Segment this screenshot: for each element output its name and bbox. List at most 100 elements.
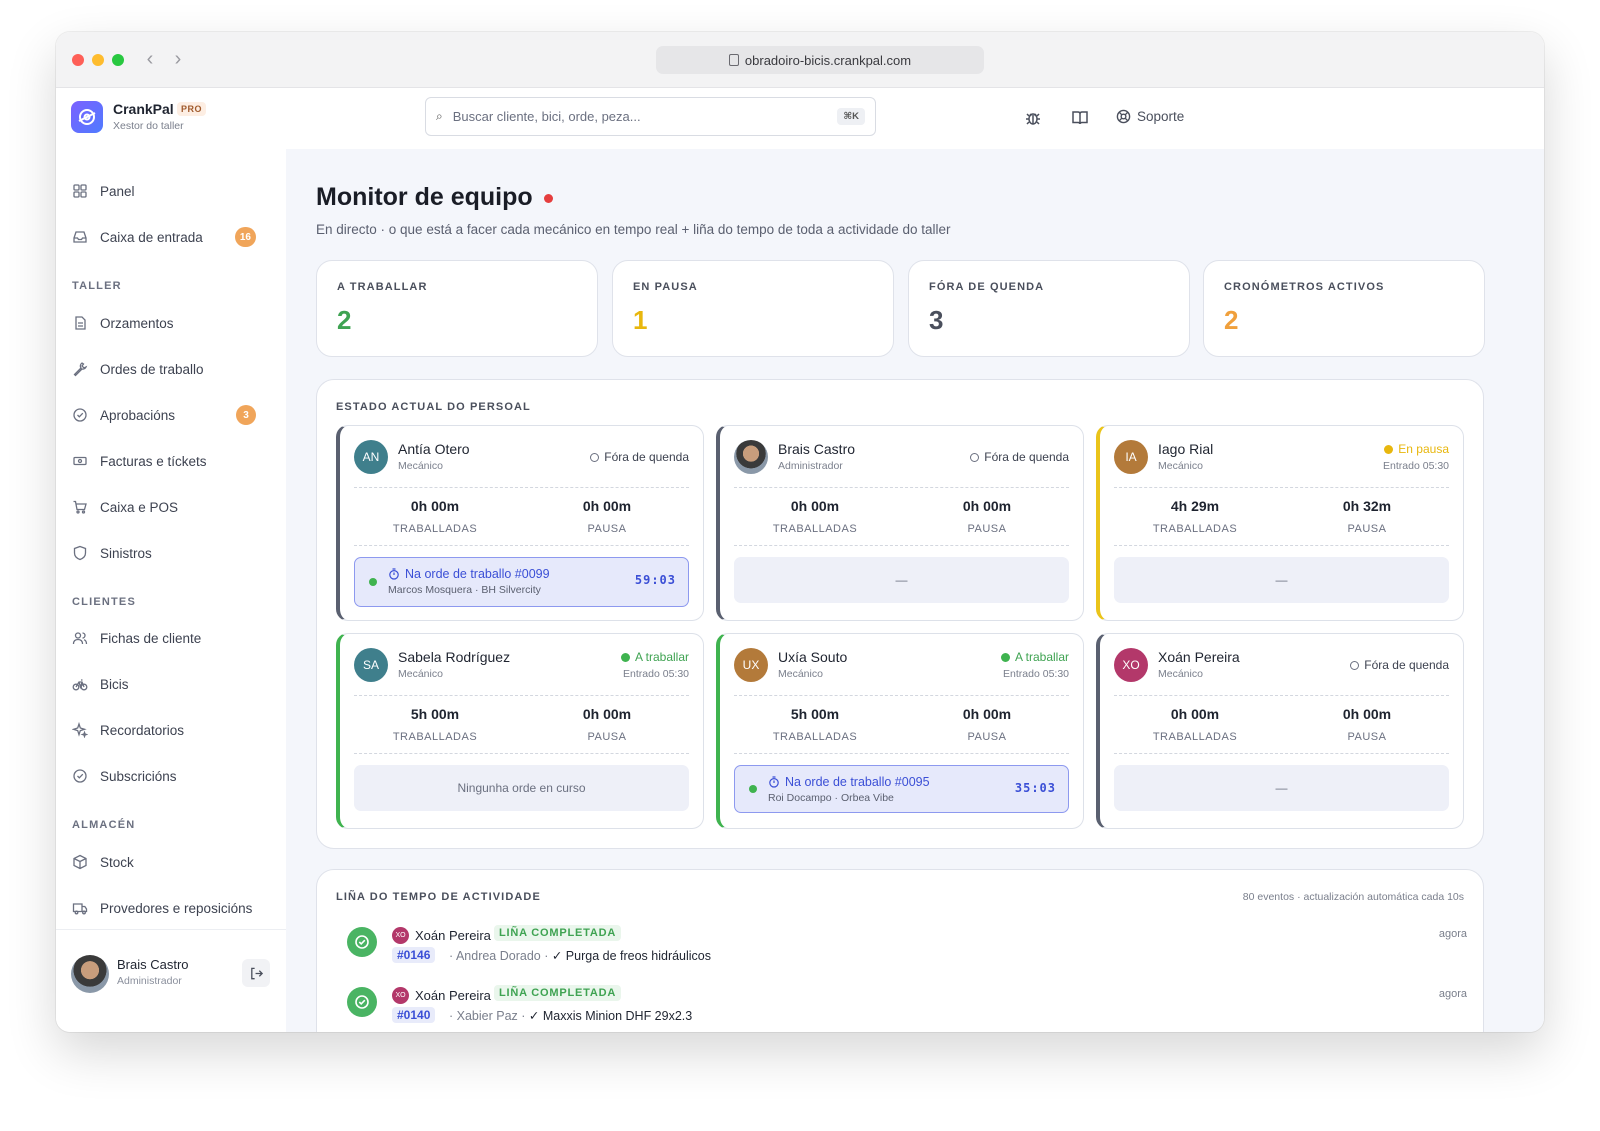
active-job[interactable]: Na orde de traballo #0095 Roi Docampo · … <box>734 765 1069 813</box>
status-ring-icon <box>590 452 600 462</box>
staff-card[interactable]: AN Antía Otero Mecánico Fóra de quenda 0… <box>336 425 704 621</box>
inbox-icon <box>73 231 87 243</box>
status-badge: Fóra de quenda <box>970 450 1069 464</box>
timeline-event[interactable]: XO Xoán Pereira LIÑA COMPLETADA #0140 · … <box>347 985 1467 1032</box>
order-link[interactable]: #0140 <box>392 1007 436 1023</box>
cart-icon <box>73 500 87 514</box>
stat-label: A TRABALLAR <box>337 281 428 293</box>
stat-card-off-shift: FÓRA DE QUENDA 3 <box>908 260 1190 357</box>
job-timer: 35:03 <box>1014 781 1056 795</box>
close-window-button[interactable] <box>72 54 84 66</box>
document-icon <box>75 316 86 330</box>
entry-time: Entrado 05:30 <box>1383 460 1449 472</box>
event-detail: ✓ Purga de freos hidráulicos <box>551 949 712 963</box>
sidebar-item-sinistros[interactable]: Sinistros <box>72 541 262 565</box>
book-icon[interactable] <box>1070 108 1090 128</box>
sidebar-item-ordes[interactable]: Ordes de traballo <box>72 357 262 381</box>
staff-card[interactable]: IA Iago Rial Mecánico En pausa Entrado 0… <box>1096 425 1464 621</box>
search-shortcut: ⌘K <box>837 108 865 125</box>
sidebar-item-orzamentos[interactable]: Orzamentos <box>72 311 262 335</box>
sidebar-item-label: Aprobacións <box>100 407 176 423</box>
pause-metric: 0h 00m PAUSA <box>1302 706 1432 743</box>
sidebar-item-label: Stock <box>100 854 134 870</box>
sidebar-item-subscricions[interactable]: Subscricións <box>72 764 262 788</box>
logout-icon <box>250 967 263 979</box>
status-dot-icon <box>1384 444 1394 454</box>
worked-caption: TRABALLADAS <box>1152 523 1238 535</box>
event-time: agora <box>1438 928 1467 940</box>
pause-metric: 0h 00m PAUSA <box>542 706 672 743</box>
sidebar-user-panel: Brais Castro Administrador <box>56 929 286 1032</box>
stat-label: EN PAUSA <box>633 281 698 293</box>
sidebar-item-label: Ordes de traballo <box>100 361 204 377</box>
staff-card[interactable]: UX Uxía Souto Mecánico A traballar Entra… <box>716 633 1084 829</box>
logout-button[interactable] <box>242 959 270 987</box>
staff-card[interactable]: Brais Castro Administrador Fóra de quend… <box>716 425 1084 621</box>
pause-value: 0h 00m <box>962 706 1012 722</box>
maximize-window-button[interactable] <box>112 54 124 66</box>
staff-card[interactable]: SA Sabela Rodríguez Mecánico A traballar… <box>336 633 704 829</box>
timeline-meta: 80 eventos · actualización automática ca… <box>1242 891 1464 903</box>
worked-value: 0h 00m <box>790 498 840 514</box>
address-bar[interactable]: obradoiro-bicis.crankpal.com <box>656 46 984 74</box>
sidebar-item-stock[interactable]: Stock <box>72 850 262 874</box>
event-time: agora <box>1438 988 1467 1000</box>
brand-name: CrankPal <box>113 101 174 117</box>
divider <box>354 695 689 696</box>
stat-value: 2 <box>1224 305 1239 335</box>
sidebar-item-inbox[interactable]: Caixa de entrada 16 <box>72 225 262 249</box>
staff-name: Sabela Rodríguez <box>398 649 511 665</box>
staff-card[interactable]: XO Xoán Pereira Mecánico Fóra de quenda … <box>1096 633 1464 829</box>
entry-time: Entrado 05:30 <box>623 668 689 680</box>
check-circle-icon <box>73 769 87 783</box>
worked-metric: 0h 00m TRABALLADAS <box>750 498 880 535</box>
pause-value: 0h 00m <box>582 498 632 514</box>
staff-name: Iago Rial <box>1158 441 1214 457</box>
search-input[interactable]: ⌕ Buscar cliente, bici, orde, peza... ⌘K <box>425 97 876 136</box>
bug-icon[interactable] <box>1023 108 1043 128</box>
crankpal-logo-icon[interactable] <box>71 101 103 133</box>
status-text: A traballar <box>1014 650 1069 664</box>
sidebar-item-caixa-pos[interactable]: Caixa e POS <box>72 495 262 519</box>
back-arrow-icon[interactable]: ‹ <box>140 48 160 71</box>
sidebar-item-provedores[interactable]: Provedores e reposicións <box>72 896 262 920</box>
status-text: Fóra de quenda <box>984 450 1069 464</box>
divider <box>734 753 1069 754</box>
staff-role: Mecánico <box>1158 668 1203 680</box>
empty-job: Ningunha orde en curso <box>354 765 689 811</box>
pause-metric: 0h 00m PAUSA <box>922 706 1052 743</box>
order-link[interactable]: #0146 <box>392 947 436 963</box>
brand-subtitle: Xestor do taller <box>113 120 184 132</box>
status-text: Fóra de quenda <box>1364 658 1449 672</box>
stat-card-active-timers: CRONÓMETROS ACTIVOS 2 <box>1203 260 1485 357</box>
active-job[interactable]: Na orde de traballo #0099 Marcos Mosquer… <box>354 557 689 607</box>
event-description: · Xabier Paz · ✓ Maxxis Minion DHF 29x2.… <box>449 1009 693 1023</box>
support-link[interactable]: Soporte <box>1116 109 1184 124</box>
sidebar-item-panel[interactable]: Panel <box>72 179 262 203</box>
divider <box>1114 695 1449 696</box>
user-avatar[interactable] <box>71 955 109 993</box>
minimize-window-button[interactable] <box>92 54 104 66</box>
status-text: A traballar <box>634 650 689 664</box>
forward-arrow-icon[interactable]: › <box>168 48 188 71</box>
main-content: Monitor de equipo En directo · o que est… <box>286 149 1544 1032</box>
sidebar-item-label: Recordatorios <box>100 722 185 738</box>
worked-value: 5h 00m <box>790 706 840 722</box>
event-user: Xoán Pereira <box>415 928 491 943</box>
plan-badge: PRO <box>177 102 207 116</box>
sidebar-item-bicis[interactable]: Bicis <box>72 672 262 696</box>
sidebar-item-recordatorios[interactable]: Recordatorios <box>72 718 262 742</box>
divider <box>1114 545 1449 546</box>
sidebar-item-facturas[interactable]: Facturas e tíckets <box>72 449 262 473</box>
timeline-event[interactable]: XO Xoán Pereira LIÑA COMPLETADA #0146 · … <box>347 925 1467 981</box>
sidebar-item-fichas[interactable]: Fichas de cliente <box>72 626 262 650</box>
sidebar-item-aprobacions[interactable]: Aprobacións 3 <box>72 403 262 427</box>
avatar: XO <box>392 927 409 944</box>
stopwatch-icon <box>769 776 779 788</box>
worked-metric: 5h 00m TRABALLADAS <box>370 706 500 743</box>
status-badge: Fóra de quenda <box>590 450 689 464</box>
empty-job: — <box>1114 765 1449 811</box>
pause-caption: PAUSA <box>1347 523 1387 535</box>
staff-role: Mecánico <box>398 460 443 472</box>
status-badge: A traballar <box>1000 650 1069 664</box>
